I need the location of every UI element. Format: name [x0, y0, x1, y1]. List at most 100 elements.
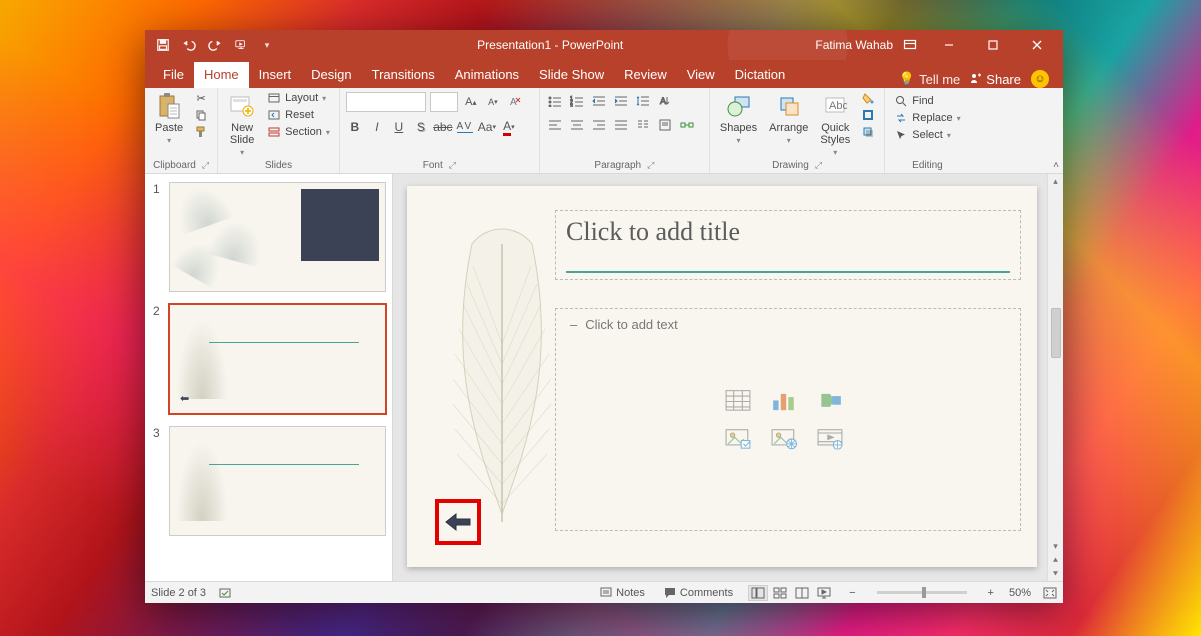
fit-to-window-icon[interactable] — [1043, 586, 1057, 600]
tab-slideshow[interactable]: Slide Show — [529, 62, 614, 88]
cut-button[interactable]: ✂ — [191, 90, 211, 106]
spellcheck-icon[interactable] — [218, 586, 232, 600]
slide-thumbnail[interactable]: 3 — [145, 418, 392, 540]
tab-review[interactable]: Review — [614, 62, 677, 88]
tab-dictation[interactable]: Dictation — [725, 62, 796, 88]
tab-view[interactable]: View — [677, 62, 725, 88]
title-placeholder[interactable]: Click to add title — [555, 210, 1021, 280]
numbering-icon[interactable]: 123 — [568, 92, 586, 110]
insert-chart-icon[interactable] — [771, 389, 797, 411]
clear-formatting-icon[interactable]: A — [506, 93, 524, 111]
shape-outline-button[interactable] — [858, 107, 878, 123]
previous-slide-icon[interactable]: ⯅ — [1049, 553, 1063, 567]
normal-view-icon[interactable] — [748, 585, 768, 601]
share-button[interactable]: Share — [970, 72, 1021, 87]
new-slide-button[interactable]: New Slide ▾ — [224, 90, 260, 159]
slide-counter[interactable]: Slide 2 of 3 — [151, 587, 206, 599]
layout-button[interactable]: Layout ▾ — [264, 90, 333, 106]
reading-view-icon[interactable] — [792, 585, 812, 601]
font-color-icon[interactable]: A▾ — [500, 118, 518, 136]
align-text-icon[interactable] — [656, 116, 674, 134]
align-center-icon[interactable] — [568, 116, 586, 134]
section-button[interactable]: Section ▾ — [264, 124, 333, 140]
slideshow-view-icon[interactable] — [814, 585, 834, 601]
tab-file[interactable]: File — [153, 62, 194, 88]
zoom-level[interactable]: 50% — [1009, 587, 1031, 599]
close-button[interactable] — [1015, 30, 1059, 60]
zoom-in-button[interactable]: + — [985, 587, 997, 599]
change-case-icon[interactable]: Aa▾ — [478, 118, 496, 136]
font-size-combobox[interactable] — [430, 92, 458, 112]
redo-icon[interactable] — [207, 37, 223, 53]
zoom-out-button[interactable]: − — [846, 587, 858, 599]
strikethrough-icon[interactable]: abc — [434, 118, 452, 136]
feedback-smiley-icon[interactable]: ☺ — [1031, 70, 1049, 88]
justify-icon[interactable] — [612, 116, 630, 134]
bold-icon[interactable]: B — [346, 118, 364, 136]
tab-animations[interactable]: Animations — [445, 62, 529, 88]
slide-thumbnail[interactable]: 1 — [145, 174, 392, 296]
select-button[interactable]: Select ▾ — [891, 127, 963, 143]
slide-thumbnail[interactable]: 2 ⬅ — [145, 296, 392, 418]
font-name-combobox[interactable] — [346, 92, 426, 112]
align-right-icon[interactable] — [590, 116, 608, 134]
paste-button[interactable]: Paste ▾ — [151, 90, 187, 147]
tab-transitions[interactable]: Transitions — [362, 62, 445, 88]
slide-thumbnails-pane[interactable]: 1 2 ⬅ 3 — [145, 174, 393, 581]
line-spacing-icon[interactable] — [634, 92, 652, 110]
increase-font-icon[interactable]: A▴ — [462, 93, 480, 111]
ribbon-display-options-icon[interactable] — [903, 38, 917, 52]
insert-pictures-icon[interactable] — [725, 427, 751, 449]
undo-icon[interactable] — [181, 37, 197, 53]
underline-icon[interactable]: U — [390, 118, 408, 136]
notes-button[interactable]: Notes — [596, 586, 648, 600]
tell-me-search[interactable]: 💡 Tell me — [899, 71, 960, 87]
insert-table-icon[interactable] — [725, 389, 751, 411]
find-button[interactable]: Find — [891, 93, 963, 109]
tab-home[interactable]: Home — [194, 62, 249, 88]
shape-fill-button[interactable] — [858, 90, 878, 106]
bullets-icon[interactable] — [546, 92, 564, 110]
dialog-launcher-icon[interactable]: ⤢ — [449, 160, 456, 171]
next-slide-icon[interactable]: ⯆ — [1049, 567, 1063, 581]
italic-icon[interactable]: I — [368, 118, 386, 136]
shapes-button[interactable]: Shapes ▾ — [716, 90, 761, 147]
shadow-icon[interactable]: S — [412, 118, 430, 136]
insert-online-pictures-icon[interactable] — [771, 427, 797, 449]
decrease-font-icon[interactable]: A▾ — [484, 93, 502, 111]
slide-sorter-view-icon[interactable] — [770, 585, 790, 601]
start-from-beginning-icon[interactable] — [233, 37, 249, 53]
content-placeholder[interactable]: –Click to add text — [555, 308, 1021, 531]
shape-effects-button[interactable] — [858, 124, 878, 140]
collapse-ribbon-icon[interactable]: ˄ — [1053, 160, 1059, 171]
format-painter-button[interactable] — [191, 124, 211, 140]
smartart-icon[interactable] — [678, 116, 696, 134]
comments-button[interactable]: Comments — [660, 586, 736, 600]
text-direction-icon[interactable]: A — [656, 92, 674, 110]
scroll-thumb[interactable] — [1051, 308, 1061, 358]
quick-styles-button[interactable]: Abc Quick Styles ▾ — [816, 90, 854, 159]
tab-design[interactable]: Design — [301, 62, 361, 88]
maximize-button[interactable] — [971, 30, 1015, 60]
character-spacing-icon[interactable]: AV — [456, 118, 474, 136]
align-left-icon[interactable] — [546, 116, 564, 134]
scroll-down-icon[interactable]: ▾ — [1049, 539, 1063, 553]
reset-button[interactable]: Reset — [264, 107, 333, 123]
minimize-button[interactable] — [927, 30, 971, 60]
dialog-launcher-icon[interactable]: ⤢ — [815, 160, 822, 171]
user-name[interactable]: Fatima Wahab — [815, 38, 893, 52]
copy-button[interactable] — [191, 107, 211, 123]
arrange-button[interactable]: Arrange ▾ — [765, 90, 812, 147]
slide-canvas[interactable]: Click to add title –Click to add text — [407, 186, 1037, 567]
decrease-indent-icon[interactable] — [590, 92, 608, 110]
zoom-slider[interactable] — [877, 591, 967, 594]
tab-insert[interactable]: Insert — [249, 62, 302, 88]
dialog-launcher-icon[interactable]: ⤢ — [647, 160, 654, 171]
qat-dropdown-icon[interactable]: ▾ — [259, 37, 275, 53]
insert-smartart-icon[interactable] — [817, 389, 843, 411]
insert-video-icon[interactable] — [817, 427, 843, 449]
vertical-scrollbar[interactable]: ▴ ▾ ⯅ ⯆ — [1047, 174, 1063, 581]
scroll-up-icon[interactable]: ▴ — [1049, 174, 1063, 188]
replace-button[interactable]: Replace ▾ — [891, 110, 963, 126]
columns-icon[interactable] — [634, 116, 652, 134]
